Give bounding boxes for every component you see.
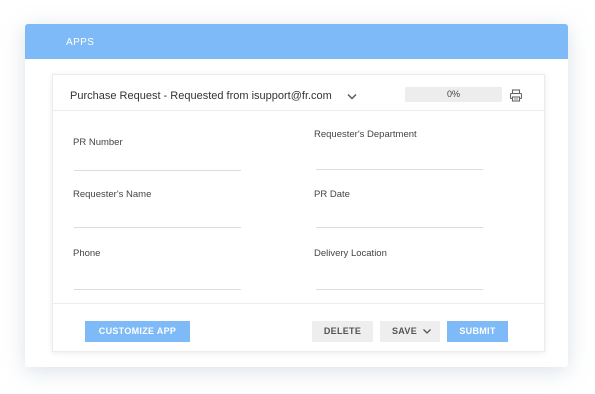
purchase-request-form: Purchase Request - Requested from isuppo… (52, 74, 545, 352)
footer-divider (53, 303, 544, 304)
progress-bar: 0% (405, 87, 502, 102)
form-title: Purchase Request - Requested from isuppo… (70, 90, 332, 102)
pr-date-label: PR Date (314, 189, 350, 200)
requesters-name-label: Requester's Name (73, 189, 152, 200)
delivery-location-label: Delivery Location (314, 248, 387, 259)
submit-button[interactable]: SUBMIT (447, 321, 508, 342)
pr-number-input[interactable] (74, 153, 241, 171)
form-switch-dropdown[interactable] (345, 90, 359, 102)
delete-button[interactable]: DELETE (312, 321, 373, 342)
pr-number-label: PR Number (73, 137, 123, 148)
form-header: Purchase Request - Requested from isuppo… (53, 75, 544, 111)
apps-header: APPS (25, 24, 568, 59)
customize-app-button[interactable]: CUSTOMIZE APP (85, 321, 190, 342)
save-button[interactable]: SAVE (380, 321, 440, 342)
requesters-department-label: Requester's Department (314, 129, 417, 140)
requesters-name-input[interactable] (74, 210, 241, 228)
printer-icon (509, 89, 523, 102)
phone-label: Phone (73, 248, 101, 259)
save-button-label: SAVE (392, 326, 418, 336)
chevron-down-icon (423, 329, 431, 334)
apps-title: APPS (66, 37, 95, 48)
pr-date-input[interactable] (316, 210, 483, 228)
print-button[interactable] (509, 89, 523, 102)
delivery-location-input[interactable] (316, 272, 483, 290)
progress-label: 0% (446, 89, 460, 99)
requesters-department-input[interactable] (316, 152, 483, 170)
chevron-down-icon (347, 94, 357, 100)
phone-input[interactable] (74, 272, 241, 290)
